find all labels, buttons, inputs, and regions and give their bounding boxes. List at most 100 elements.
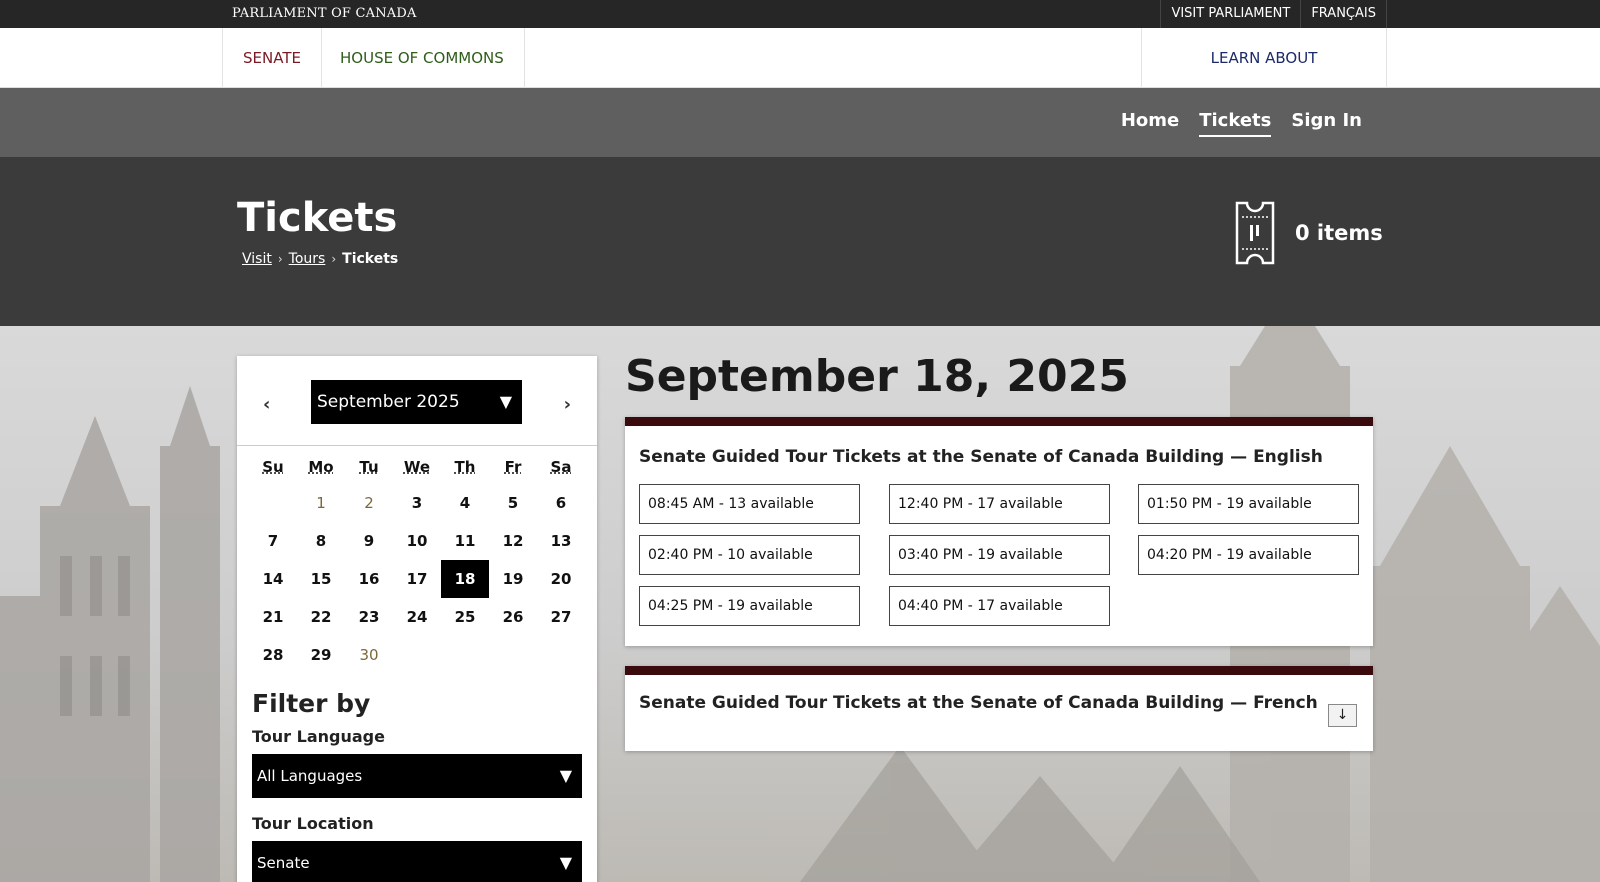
chevron-left-icon[interactable]: ‹ (263, 394, 270, 415)
calendar-day[interactable]: 9 (345, 522, 393, 560)
senate-link[interactable]: SENATE (222, 28, 322, 88)
ticket-icon (1235, 201, 1275, 265)
time-slot-button[interactable]: 04:25 PM - 19 available (639, 586, 860, 626)
weekday-label: Th (454, 458, 476, 476)
caret-down-icon: ▼ (559, 766, 572, 785)
calendar-day[interactable]: 13 (537, 522, 585, 560)
calendar-day[interactable]: 21 (249, 598, 297, 636)
calendar-day: 2 (364, 494, 374, 512)
site-nav-links: Home Tickets Sign In (1121, 110, 1362, 137)
tour-language-value: All Languages (257, 767, 363, 785)
time-slot-button[interactable]: 12:40 PM - 17 available (889, 484, 1110, 524)
weekday-label: We (403, 458, 431, 476)
weekday-label: Su (262, 458, 284, 476)
calendar-day[interactable]: 7 (249, 522, 297, 560)
time-slot-button[interactable]: 04:20 PM - 19 available (1138, 535, 1359, 575)
chevron-right-icon[interactable]: › (564, 394, 571, 415)
weekday-label: Fr (504, 458, 522, 476)
calendar-empty-cell (489, 636, 537, 674)
calendar-day[interactable]: 29 (297, 636, 345, 674)
french-tour-card: Senate Guided Tour Tickets at the Senate… (625, 666, 1373, 751)
calendar-day[interactable]: 28 (249, 636, 297, 674)
language-toggle-link[interactable]: FRANÇAIS (1300, 0, 1387, 28)
time-slot-button[interactable]: 04:40 PM - 17 available (889, 586, 1110, 626)
calendar-empty-cell (249, 484, 297, 522)
house-of-commons-link[interactable]: HOUSE OF COMMONS (320, 28, 525, 88)
tour-language-label: Tour Language (252, 727, 385, 746)
calendar-day-selected[interactable]: 18 (441, 560, 489, 598)
caret-down-icon: ▼ (559, 853, 572, 872)
weekday-label: Sa (550, 458, 572, 476)
calendar-weekday-row: Su Mo Tu We Th Fr Sa (249, 452, 585, 482)
calendar-day[interactable]: 19 (489, 560, 537, 598)
top-links: VISIT PARLIAMENT FRANÇAIS (1160, 0, 1387, 28)
calendar-day[interactable]: 17 (393, 560, 441, 598)
calendar-week-row: 7 8 9 10 11 12 13 (249, 522, 585, 560)
calendar-day[interactable]: 23 (345, 598, 393, 636)
learn-about-parliament-link[interactable]: LEARN ABOUT PARLIAMENT (1141, 28, 1387, 127)
calendar-day[interactable]: 8 (297, 522, 345, 560)
breadcrumb-tours[interactable]: Tours (289, 251, 326, 267)
tour-location-value: Senate (257, 854, 310, 872)
time-slot-button[interactable]: 08:45 AM - 13 available (639, 484, 860, 524)
cart-count[interactable]: 0 items (1295, 221, 1383, 245)
calendar-day[interactable]: 26 (489, 598, 537, 636)
calendar-week-row: 21 22 23 24 25 26 27 (249, 598, 585, 636)
chamber-nav: SENATE HOUSE OF COMMONS LEARN ABOUT PARL… (0, 28, 1600, 127)
chevron-right-icon: › (277, 252, 283, 266)
time-slot-button[interactable]: 01:50 PM - 19 available (1138, 484, 1359, 524)
calendar-week-row: 1 2 3456 (249, 484, 585, 522)
calendar-day[interactable]: 3 (393, 484, 441, 522)
calendar-day[interactable]: 5 (489, 484, 537, 522)
page-header: Tickets Visit › Tours › Tickets 0 items (0, 157, 1600, 326)
calendar-day: 30 (359, 646, 379, 664)
calendar-week-row: 14 15 16 17 18 19 20 (249, 560, 585, 598)
calendar-day[interactable]: 4 (441, 484, 489, 522)
time-slot-button[interactable]: 02:40 PM - 10 available (639, 535, 860, 575)
breadcrumb-current: Tickets (342, 251, 399, 267)
calendar-day[interactable]: 20 (537, 560, 585, 598)
calendar-day[interactable]: 12 (489, 522, 537, 560)
expand-arrow-icon[interactable]: ↓ (1328, 704, 1357, 727)
calendar-day[interactable]: 27 (537, 598, 585, 636)
calendar-day[interactable]: 11 (441, 522, 489, 560)
month-select-value: September 2025 (317, 392, 460, 412)
time-slot-button[interactable]: 03:40 PM - 19 available (889, 535, 1110, 575)
nav-home[interactable]: Home (1121, 110, 1179, 137)
tour-location-label: Tour Location (252, 814, 374, 833)
calendar-day[interactable]: 10 (393, 522, 441, 560)
calendar-day[interactable]: 25 (441, 598, 489, 636)
calendar-day[interactable]: 24 (393, 598, 441, 636)
month-select[interactable]: September 2025 ▼ (311, 380, 522, 424)
nav-tickets[interactable]: Tickets (1199, 110, 1272, 137)
calendar-day[interactable]: 16 (345, 560, 393, 598)
calendar-day: 1 (316, 494, 326, 512)
calendar-filter-panel: ‹ September 2025 ▼ › Su Mo Tu We Th Fr Sa 1 2 3 4 5… (237, 356, 597, 882)
english-tour-card: Senate Guided Tour Tickets at the Senate… (625, 417, 1373, 646)
nav-sign-in[interactable]: Sign In (1291, 110, 1362, 137)
cart[interactable]: 0 items (1233, 201, 1383, 265)
visit-parliament-link[interactable]: VISIT PARLIAMENT (1160, 0, 1300, 28)
calendar-empty-cell (537, 636, 585, 674)
tour-language-select[interactable]: All Languages ▼ (252, 754, 582, 798)
weekday-label: Mo (308, 458, 334, 476)
calendar-empty-cell (441, 636, 489, 674)
weekday-label: Tu (359, 458, 379, 476)
breadcrumb-visit[interactable]: Visit (242, 251, 272, 267)
calendar-day[interactable]: 6 (537, 484, 585, 522)
site-nav: Home Tickets Sign In (0, 88, 1600, 157)
calendar-day[interactable]: 14 (249, 560, 297, 598)
filter-title: Filter by (252, 689, 371, 718)
calendar-day[interactable]: 22 (297, 598, 345, 636)
calendar-empty-cell (393, 636, 441, 674)
calendar-day[interactable]: 15 (297, 560, 345, 598)
calendar-header: ‹ September 2025 ▼ › (237, 356, 597, 446)
selected-date-title: September 18, 2025 (625, 351, 1129, 402)
parliament-brand[interactable]: PARLIAMENT OF CANADA (232, 6, 417, 21)
page-title: Tickets (237, 195, 398, 241)
calendar-grid: Su Mo Tu We Th Fr Sa 1 2 3 4 5 6 7 8 9 10 11 12 13 14 15 16 17 1… (249, 452, 585, 674)
tour-location-select[interactable]: Senate ▼ (252, 841, 582, 882)
calendar-week-row: 28 29 30 (249, 636, 585, 674)
french-tour-title[interactable]: Senate Guided Tour Tickets at the Senate… (639, 693, 1318, 713)
english-tour-title: Senate Guided Tour Tickets at the Senate… (639, 447, 1323, 467)
